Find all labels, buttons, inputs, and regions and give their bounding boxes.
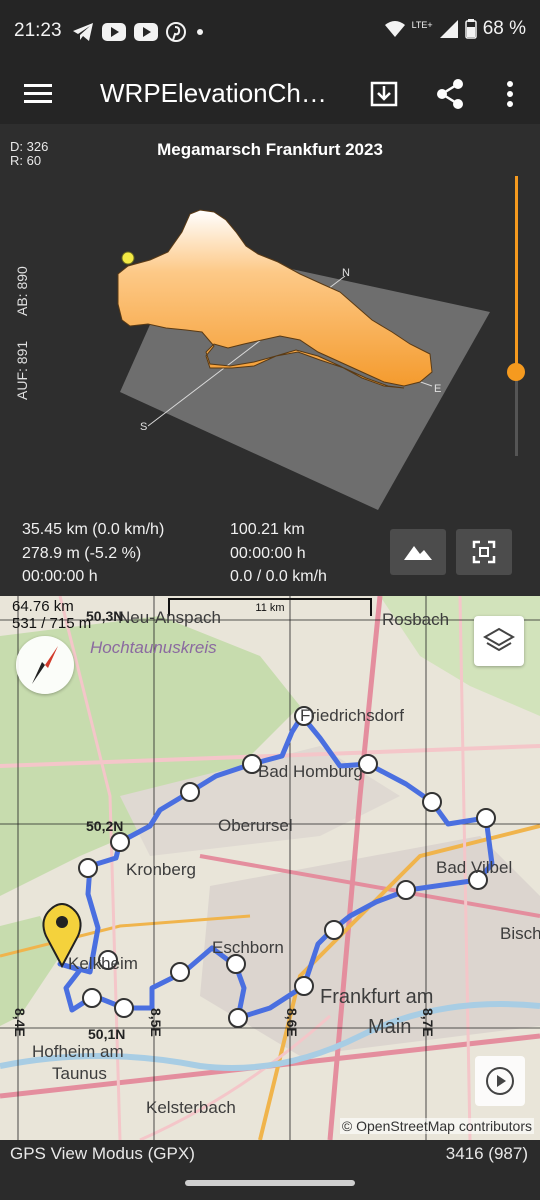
place-kelsterbach: Kelsterbach	[146, 1098, 236, 1117]
youtube-icon	[134, 23, 158, 41]
position-marker	[121, 251, 135, 265]
place-friedrichsdorf: Friedrichsdorf	[300, 706, 404, 725]
auf-label: AUF: 891	[14, 340, 30, 400]
place-hofheim-line2: Taunus	[52, 1064, 107, 1083]
pinterest-icon	[166, 22, 186, 42]
compass-needle-icon	[32, 646, 58, 684]
terrain-button[interactable]	[390, 529, 446, 575]
fullscreen-button[interactable]	[456, 529, 512, 575]
notification-icons	[72, 20, 206, 44]
place-usingen: Neu-Anspach	[118, 608, 222, 627]
play-circle-icon	[486, 1067, 514, 1095]
gps-mode: GPS View Modus (GPX)	[10, 1144, 195, 1163]
place-kronberg: Kronberg	[126, 860, 196, 879]
place-bisch: Bisch	[500, 924, 540, 943]
grid-label-8-7e: 8,7E	[420, 1008, 436, 1037]
more-vert-icon[interactable]	[490, 74, 530, 114]
mountain-icon	[404, 546, 432, 560]
app-title: WRPElevationCh…	[100, 78, 327, 108]
battery-level: 68 %	[482, 18, 526, 39]
bottom-status-bar: GPS View Modus (GPX) 3416 (987)	[0, 1140, 540, 1168]
map-distance: 64.76 km	[12, 598, 74, 615]
status-bar: 21:23 LTE+ 68 %	[0, 0, 540, 62]
layers-button[interactable]	[474, 616, 524, 666]
place-frankfurt-line1: Frankfurt am	[320, 986, 434, 1008]
fullscreen-icon	[472, 540, 496, 564]
place-eschborn: Eschborn	[212, 938, 284, 957]
map-info: 64.76 km 531 / 715 m	[12, 598, 91, 632]
battery-icon	[464, 19, 477, 39]
elevation-3d-chart[interactable]: D: 326 R: 60 Megamarsch Frankfurt 2023 N…	[0, 124, 540, 596]
elevation-grade: 278.9 m (-5.2 %)	[22, 544, 142, 562]
network-type: LTE+	[411, 20, 433, 30]
grid-label-8-5e: 8,5E	[148, 1008, 164, 1037]
play-button[interactable]	[475, 1056, 525, 1106]
point-count: 3416 (987)	[445, 1144, 528, 1163]
signal-icon	[439, 20, 458, 38]
grid-label-8-6e: 8,6E	[284, 1008, 300, 1037]
place-frankfurt-line2: Main	[368, 1016, 412, 1038]
telegram-icon	[73, 23, 93, 41]
compass-e: E	[434, 383, 441, 395]
nav-gesture-bar[interactable]	[185, 1180, 355, 1186]
place-hofheim-line1: Hofheim am	[32, 1042, 124, 1061]
route-map[interactable]: 64.76 km 531 / 715 m 11 km Neu-Anspach R…	[0, 596, 540, 1140]
map-attribution[interactable]: © OpenStreetMap contributors	[339, 1118, 534, 1134]
map-compass[interactable]	[16, 636, 74, 694]
map-elevation: 531 / 715 m	[12, 615, 92, 632]
system-icons: LTE+ 68 %	[384, 18, 526, 40]
place-hochtaunus: Hochtaunuskreis	[90, 638, 217, 657]
stats-left: 35.45 km (0.0 km/h) 278.9 m (-5.2 %) 00:…	[22, 518, 164, 589]
zoom-slider-fill	[515, 176, 518, 372]
place-bad-vilbel: Bad Vilbel	[436, 858, 513, 877]
grid-label-50-1n: 50,1N	[88, 1026, 126, 1042]
place-rosbach: Rosbach	[382, 610, 450, 629]
total-distance: 100.21 km	[230, 521, 305, 538]
wifi-icon	[384, 21, 405, 37]
grid-label-8-4e: 8,4E	[12, 1008, 28, 1037]
place-bad-homburg: Bad Homburg	[258, 762, 363, 781]
zoom-slider-thumb[interactable]	[507, 363, 525, 381]
distance-speed: 35.45 km (0.0 km/h)	[22, 521, 165, 538]
stats-right: 100.21 km 00:00:00 h 0.0 / 0.0 km/h	[230, 518, 327, 589]
total-time: 00:00:00 h	[230, 544, 306, 562]
youtube-icon	[102, 23, 126, 41]
download-icon[interactable]	[364, 74, 404, 114]
ab-label: AB: 890	[14, 266, 30, 316]
elapsed-time: 00:00:00 h	[22, 568, 98, 585]
menu-icon[interactable]	[18, 76, 60, 110]
compass-n: N	[342, 267, 350, 279]
layers-icon	[483, 627, 515, 652]
avg-speed: 0.0 / 0.0 km/h	[230, 568, 327, 585]
place-oberursel: Oberursel	[218, 816, 293, 835]
app-bar: WRPElevationCh…	[0, 62, 540, 124]
grid-label-50-3n: 50,3N	[86, 608, 124, 624]
place-kelkheim: Kelkheim	[68, 954, 138, 973]
grid-label-50-2n: 50,2N	[86, 818, 124, 834]
dot-icon	[197, 29, 203, 35]
share-icon[interactable]	[430, 74, 470, 114]
status-time: 21:23	[14, 20, 62, 41]
compass-s: S	[140, 421, 147, 433]
